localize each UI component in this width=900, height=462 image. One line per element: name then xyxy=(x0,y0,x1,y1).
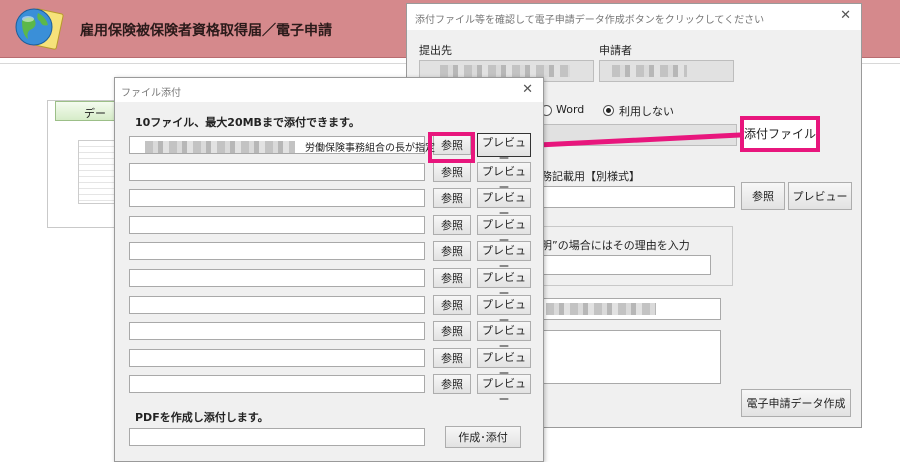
globe-document-icon xyxy=(15,8,64,50)
notes-textarea[interactable] xyxy=(541,330,721,384)
file-path-input[interactable] xyxy=(129,296,425,314)
reason-input[interactable] xyxy=(541,255,711,275)
file-path-input[interactable] xyxy=(129,322,425,340)
preview-button[interactable]: プレビュー xyxy=(477,374,531,406)
browse-button[interactable]: 参照 xyxy=(433,188,471,208)
file-path-input[interactable] xyxy=(129,216,425,234)
pdf-create-attach-button[interactable]: 作成･添付 xyxy=(445,426,521,448)
radio-none[interactable] xyxy=(603,105,614,116)
browse-button[interactable]: 参照 xyxy=(433,241,471,261)
browse-highlight xyxy=(428,132,475,163)
main-dialog-title: 添付ファイル等を確認して電子申請データ作成ボタンをクリックしてください xyxy=(415,15,765,26)
preview-button[interactable]: プレビュー xyxy=(477,268,531,300)
pdf-name-input[interactable] xyxy=(129,428,425,446)
redacted-text xyxy=(546,303,656,315)
redacted-text xyxy=(145,141,295,153)
separate-form-input[interactable] xyxy=(541,186,735,208)
redacted-text xyxy=(612,65,687,77)
app-title: 雇用保険被保険者資格取得届／電子申請 xyxy=(80,23,332,39)
file-path-input[interactable] xyxy=(129,163,425,181)
applicant-label: 申請者 xyxy=(599,44,632,57)
file-path-input[interactable] xyxy=(129,269,425,287)
applicant-field xyxy=(599,60,734,82)
file-path-input[interactable] xyxy=(129,242,425,260)
preview-button[interactable]: プレビュー xyxy=(477,215,531,247)
preview-button[interactable]: プレビュー xyxy=(477,321,531,353)
browse-button[interactable]: 参照 xyxy=(433,295,471,315)
preview-button[interactable]: プレビュー xyxy=(477,133,531,165)
browse-button[interactable]: 参照 xyxy=(433,374,471,394)
file-path-input[interactable] xyxy=(129,349,425,367)
radio-none-label: 利用しない xyxy=(619,105,674,118)
preview-button[interactable]: プレビュー xyxy=(477,241,531,273)
reason-label: 明”の場合にはその理由を入力 xyxy=(541,239,690,252)
separate-form-label: 務記載用【別様式】 xyxy=(541,170,640,183)
attach-file-button[interactable]: 添付ファイル xyxy=(740,116,820,152)
file-dialog-titlebar: ファイル添付 ✕ xyxy=(115,78,543,102)
browse-button[interactable]: 参照 xyxy=(433,321,471,341)
pdf-heading: PDFを作成し添付します。 xyxy=(135,411,269,424)
close-icon[interactable]: ✕ xyxy=(840,8,851,23)
browse-button[interactable]: 参照 xyxy=(433,162,471,182)
file-path-input[interactable] xyxy=(129,189,425,207)
preview-button[interactable]: プレビュー xyxy=(788,182,852,210)
file-limit-heading: 10ファイル、最大20MBまで添付できます。 xyxy=(135,116,360,129)
close-icon[interactable]: ✕ xyxy=(522,82,533,97)
applicant-detail-field xyxy=(541,298,721,320)
main-dialog-titlebar: 添付ファイル等を確認して電子申請データ作成ボタンをクリックしてください ✕ xyxy=(407,4,861,30)
file-path-input[interactable] xyxy=(129,375,425,393)
submit-to-label: 提出先 xyxy=(419,44,452,57)
browse-button[interactable]: 参照 xyxy=(433,348,471,368)
preview-button[interactable]: プレビュー xyxy=(477,188,531,220)
redacted-text xyxy=(440,65,570,77)
radio-word-label: Word xyxy=(556,103,585,116)
first-row-filename: 労働保険事務組合の長が指定 xyxy=(305,143,435,154)
browse-button[interactable]: 参照 xyxy=(741,182,785,210)
preview-button[interactable]: プレビュー xyxy=(477,295,531,327)
browse-button[interactable]: 参照 xyxy=(433,215,471,235)
file-attach-dialog: ファイル添付 ✕ 10ファイル、最大20MBまで添付できます。 参照 プレビュー参… xyxy=(114,77,544,462)
browse-button[interactable]: 参照 xyxy=(433,268,471,288)
create-data-button[interactable]: 電子申請データ作成 xyxy=(741,389,851,417)
preview-button[interactable]: プレビュー xyxy=(477,162,531,194)
file-dialog-title: ファイル添付 xyxy=(121,88,181,99)
preview-button[interactable]: プレビュー xyxy=(477,348,531,380)
